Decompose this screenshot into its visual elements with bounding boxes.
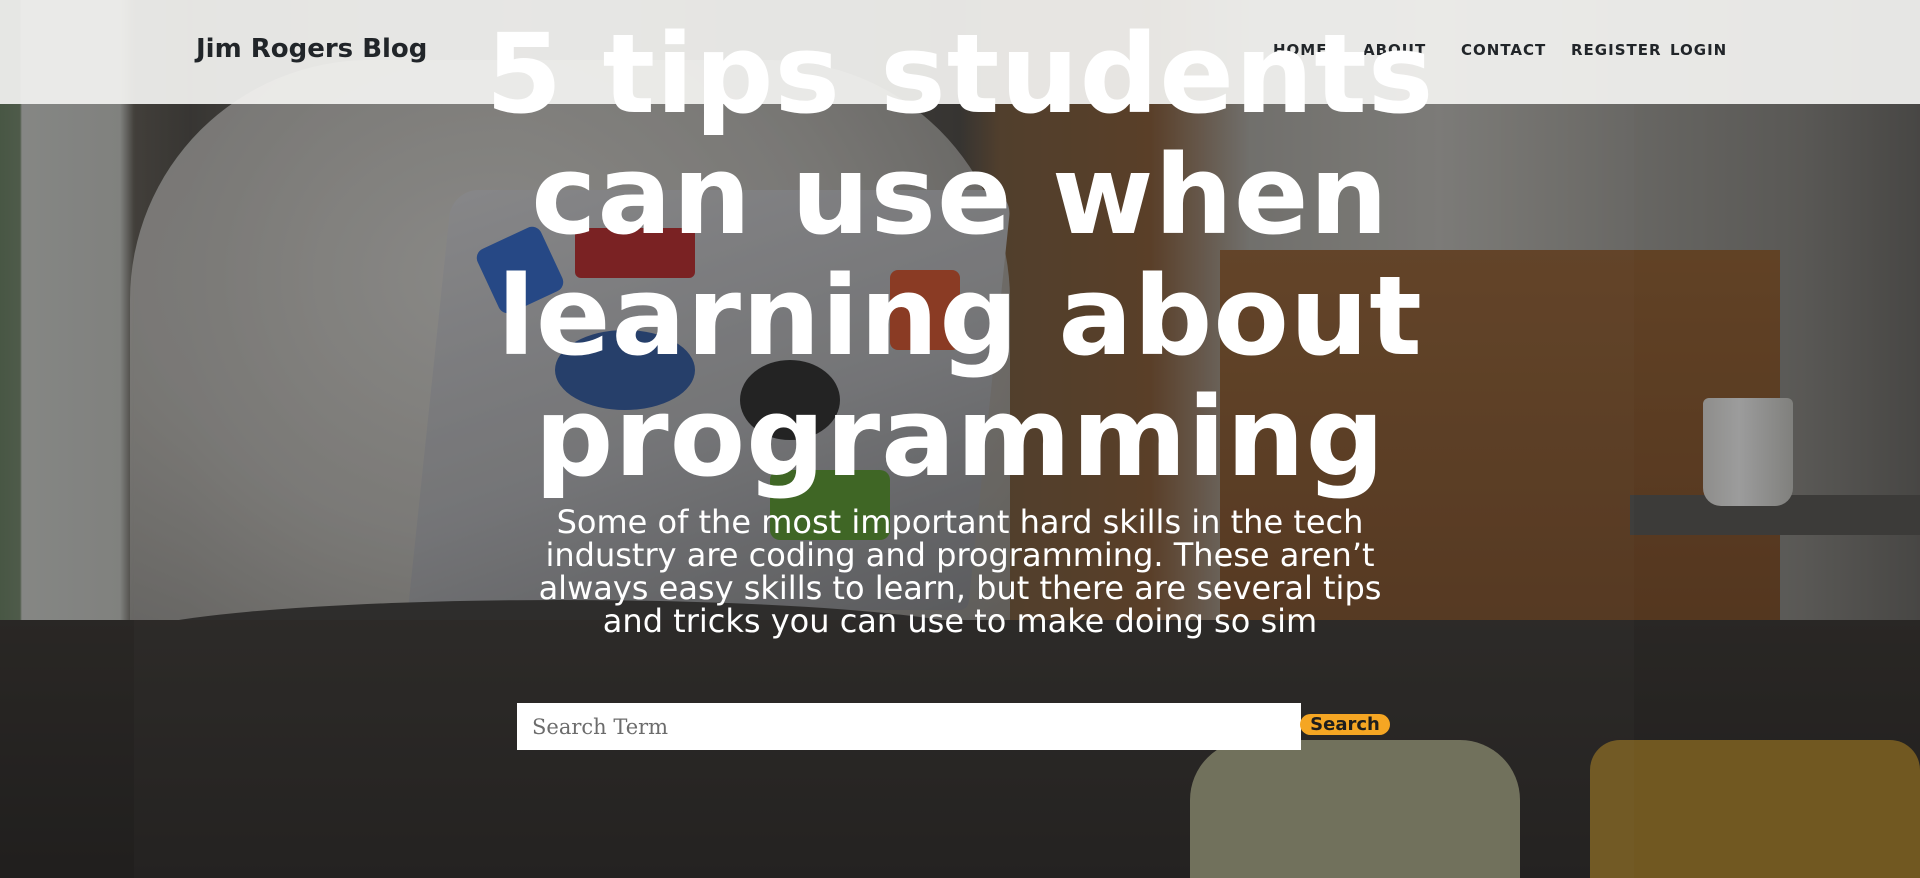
nav-login-link[interactable]: LOGIN <box>1670 41 1727 59</box>
page-subtitle: Some of the most important hard skills i… <box>538 503 1382 640</box>
search-input[interactable] <box>517 703 1301 750</box>
brand-link[interactable]: Jim Rogers Blog <box>196 34 427 64</box>
search-button[interactable]: Search <box>1300 714 1390 735</box>
nav-register-link[interactable]: REGISTER <box>1571 41 1662 59</box>
page-title: 5 tips students can use when learning ab… <box>485 10 1435 501</box>
nav-contact-link[interactable]: CONTACT <box>1461 41 1546 59</box>
